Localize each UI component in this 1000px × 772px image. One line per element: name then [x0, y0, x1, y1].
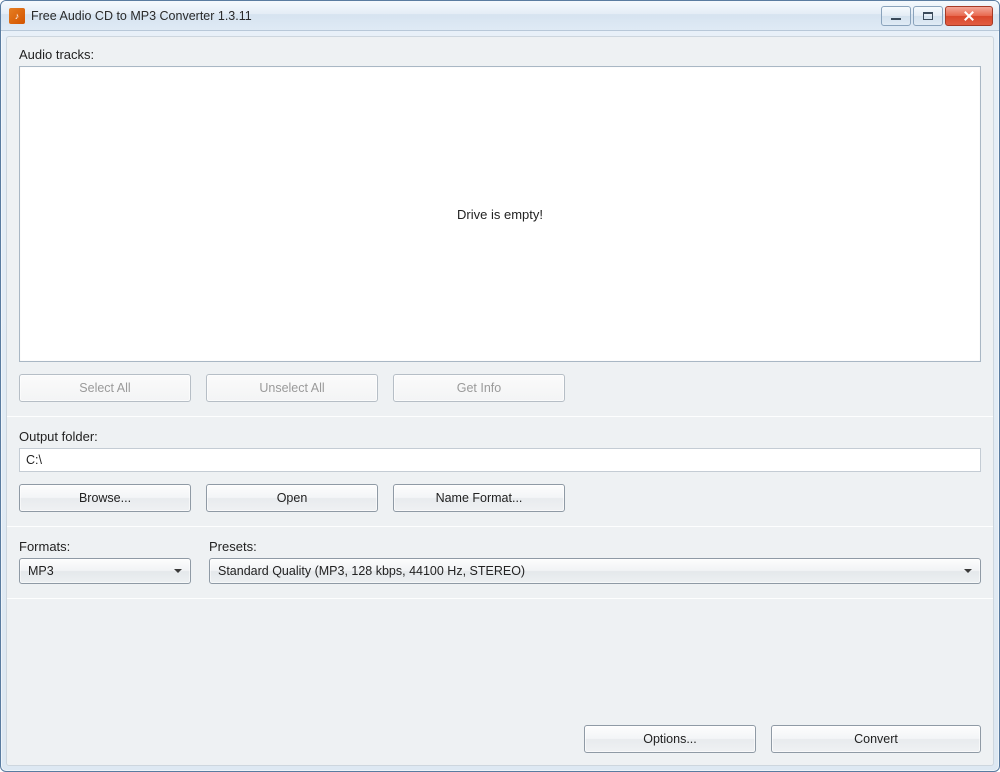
unselect-all-button[interactable]: Unselect All [206, 374, 378, 402]
formats-label: Formats: [19, 539, 191, 554]
close-button[interactable] [945, 6, 993, 26]
audio-tracks-label: Audio tracks: [19, 47, 981, 62]
formats-column: Formats: MP3 [19, 539, 191, 584]
window-controls [881, 6, 993, 26]
convert-button[interactable]: Convert [771, 725, 981, 753]
window-title: Free Audio CD to MP3 Converter 1.3.11 [31, 9, 881, 23]
browse-button[interactable]: Browse... [19, 484, 191, 512]
formats-selected: MP3 [28, 564, 168, 578]
options-button[interactable]: Options... [584, 725, 756, 753]
output-button-row: Browse... Open Name Format... [19, 484, 981, 512]
minimize-icon [891, 18, 901, 20]
formats-presets-row: Formats: MP3 Presets: Standard Quality (… [19, 539, 981, 584]
app-window: ♪ Free Audio CD to MP3 Converter 1.3.11 … [0, 0, 1000, 772]
chevron-down-icon [964, 569, 972, 573]
get-info-button[interactable]: Get Info [393, 374, 565, 402]
presets-dropdown[interactable]: Standard Quality (MP3, 128 kbps, 44100 H… [209, 558, 981, 584]
titlebar[interactable]: ♪ Free Audio CD to MP3 Converter 1.3.11 [1, 1, 999, 31]
maximize-button[interactable] [913, 6, 943, 26]
close-icon [963, 10, 975, 22]
chevron-down-icon [174, 569, 182, 573]
name-format-button[interactable]: Name Format... [393, 484, 565, 512]
separator [7, 598, 993, 599]
drive-empty-message: Drive is empty! [457, 207, 543, 222]
output-folder-label: Output folder: [19, 429, 981, 444]
minimize-button[interactable] [881, 6, 911, 26]
audio-tracks-list[interactable]: Drive is empty! [19, 66, 981, 362]
output-folder-input[interactable]: C:\ [19, 448, 981, 472]
presets-selected: Standard Quality (MP3, 128 kbps, 44100 H… [218, 564, 958, 578]
presets-column: Presets: Standard Quality (MP3, 128 kbps… [209, 539, 981, 584]
footer-button-row: Options... Convert [19, 721, 981, 753]
app-icon: ♪ [9, 8, 25, 24]
maximize-icon [923, 12, 933, 20]
open-button[interactable]: Open [206, 484, 378, 512]
formats-dropdown[interactable]: MP3 [19, 558, 191, 584]
separator [7, 416, 993, 417]
separator [7, 526, 993, 527]
tracks-button-row: Select All Unselect All Get Info [19, 374, 981, 402]
presets-label: Presets: [209, 539, 981, 554]
client-area: Audio tracks: Drive is empty! Select All… [6, 36, 994, 766]
select-all-button[interactable]: Select All [19, 374, 191, 402]
